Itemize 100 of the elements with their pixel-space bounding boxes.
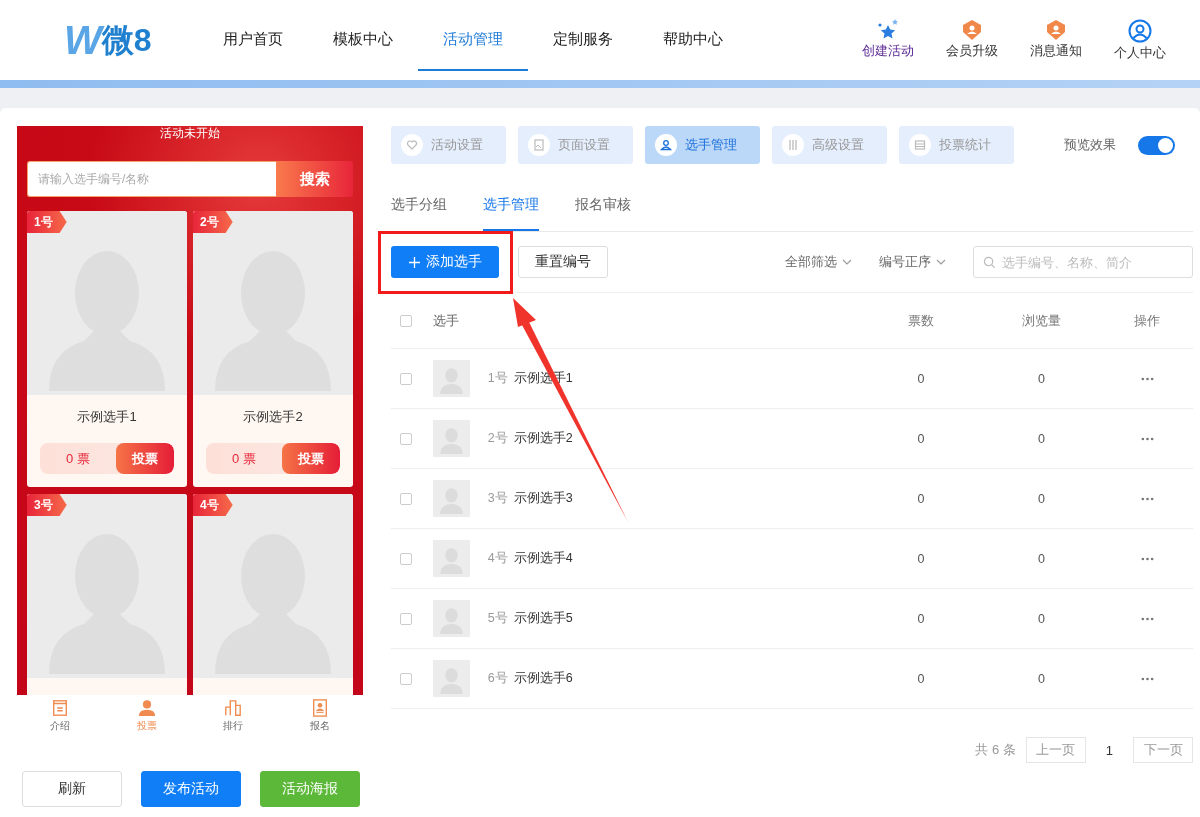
contestant-card[interactable]: 4号	[193, 494, 353, 695]
preview-toggle[interactable]	[1138, 135, 1175, 155]
header-action[interactable]: 个人中心	[1098, 18, 1182, 62]
bottom-nav-item[interactable]: 报名	[289, 697, 350, 741]
image-icon	[528, 134, 550, 156]
medal-icon	[961, 18, 983, 41]
bottom-nav-item[interactable]: 介绍	[30, 697, 91, 741]
contestant-search-field[interactable]: 选手编号、名称、简介	[973, 246, 1193, 278]
vote-button[interactable]: 投票	[282, 443, 340, 474]
table-cell-text: 0	[916, 611, 926, 626]
chevron-down-icon	[842, 259, 852, 265]
row-checkbox[interactable]	[400, 552, 412, 565]
contestant-number: 2号	[487, 430, 508, 447]
row-checkbox[interactable]	[400, 672, 412, 685]
add-contestant-button[interactable]: 添加选手	[391, 246, 499, 278]
avatar-icon	[432, 540, 470, 577]
contestant-name: 示例选手6	[513, 670, 573, 687]
total-count: 共 6 条	[975, 741, 1016, 759]
settings-tab[interactable]: 选手管理	[645, 126, 760, 164]
contestant-card[interactable]: 3号	[27, 494, 187, 695]
table-cell-text: 0	[916, 431, 926, 446]
id-card-icon	[310, 699, 329, 717]
chevron-down-icon	[936, 259, 946, 265]
more-icon[interactable]	[1140, 376, 1154, 381]
contestant-number: 4号	[487, 550, 508, 567]
number-badge: 1号	[27, 211, 67, 233]
document-icon	[51, 699, 70, 717]
header-action[interactable]: 消息通知	[1014, 18, 1098, 62]
select-all-checkbox[interactable]	[400, 314, 412, 327]
nav-tab[interactable]: 活动管理	[418, 9, 528, 71]
contestant-number: 1号	[487, 370, 508, 387]
row-checkbox[interactable]	[400, 612, 412, 625]
row-checkbox[interactable]	[400, 372, 412, 385]
plus-icon	[408, 256, 420, 268]
preview-search-field[interactable]: 请输入选手编号/名称	[27, 161, 276, 197]
vote-button[interactable]: 投票	[116, 443, 174, 474]
sub-tab[interactable]: 选手管理	[483, 196, 539, 231]
avatar-icon	[432, 600, 470, 637]
nav-tab[interactable]: 帮助中心	[638, 9, 748, 71]
row-checkbox[interactable]	[400, 492, 412, 505]
contestant-number: 5号	[487, 610, 508, 627]
table-cell-text: 0	[1036, 431, 1046, 446]
avatar-icon	[432, 360, 470, 397]
table-cell-text: 0	[1036, 551, 1046, 566]
avatar-icon	[432, 420, 470, 457]
nav-tab[interactable]: 定制服务	[528, 9, 638, 71]
contestant-name: 示例选手5	[513, 610, 573, 627]
current-page[interactable]: 1	[1095, 742, 1123, 758]
nav-tab[interactable]: 用户首页	[198, 9, 308, 71]
search-button[interactable]: 搜索	[276, 161, 353, 197]
table-cell-text: 0	[916, 491, 926, 506]
sub-tab[interactable]: 选手分组	[391, 196, 447, 231]
user-icon	[1128, 18, 1152, 43]
table-cell-text: 0	[1036, 671, 1046, 686]
more-icon[interactable]	[1140, 676, 1154, 681]
column-header: 选手	[432, 311, 460, 330]
number-badge: 4号	[193, 494, 233, 516]
contestant-name: 示例选手3	[513, 490, 573, 507]
more-icon[interactable]	[1140, 436, 1154, 441]
more-icon[interactable]	[1140, 496, 1154, 501]
contestant-number: 3号	[487, 490, 508, 507]
reset-number-button[interactable]: 重置编号	[518, 246, 608, 278]
table-cell-text: 0	[1036, 371, 1046, 386]
contestant-card[interactable]: 1号 示例选手1 0 票 投票	[27, 211, 187, 487]
table-cell-text: 0	[916, 671, 926, 686]
person-icon	[137, 699, 156, 717]
contestant-name: 示例选手4	[513, 550, 573, 567]
avatar-icon	[432, 660, 470, 697]
contestant-card[interactable]: 2号 示例选手2 0 票 投票	[193, 211, 353, 487]
filter-dropdown[interactable]: 编号正序	[879, 253, 946, 271]
medal-icon	[1045, 18, 1067, 41]
number-badge: 2号	[193, 211, 233, 233]
nav-tab[interactable]: 模板中心	[308, 9, 418, 71]
tools-icon	[782, 134, 804, 156]
avatar-icon	[432, 480, 470, 517]
list-icon	[909, 134, 931, 156]
vote-count: 0 票	[231, 449, 257, 468]
header-action[interactable]: 会员升级	[930, 18, 1014, 62]
sub-tab[interactable]: 报名审核	[575, 196, 631, 231]
preview-toggle-label: 预览效果	[1064, 136, 1116, 154]
refresh-button[interactable]: 刷新	[22, 771, 122, 807]
header-action[interactable]: 创建活动	[846, 18, 930, 62]
publish-button[interactable]: 发布活动	[141, 771, 241, 807]
activity-status: 活动未开始	[159, 126, 221, 142]
search-icon	[983, 256, 996, 269]
filter-dropdown[interactable]: 全部筛选	[785, 253, 852, 271]
column-header: 票数	[907, 311, 935, 330]
table-cell-text: 0	[916, 551, 926, 566]
table-cell-text: 0	[916, 371, 926, 386]
person-icon	[655, 134, 677, 156]
table-cell-text: 0	[1036, 611, 1046, 626]
stars-icon	[876, 18, 900, 41]
contestant-name: 示例选手2	[243, 408, 303, 426]
bar-chart-icon	[224, 699, 243, 717]
row-checkbox[interactable]	[400, 432, 412, 445]
column-header: 浏览量	[1020, 311, 1062, 330]
more-icon[interactable]	[1140, 556, 1154, 561]
bottom-nav-item[interactable]: 排行	[203, 697, 264, 741]
more-icon[interactable]	[1140, 616, 1154, 621]
contestant-number: 6号	[487, 670, 508, 687]
